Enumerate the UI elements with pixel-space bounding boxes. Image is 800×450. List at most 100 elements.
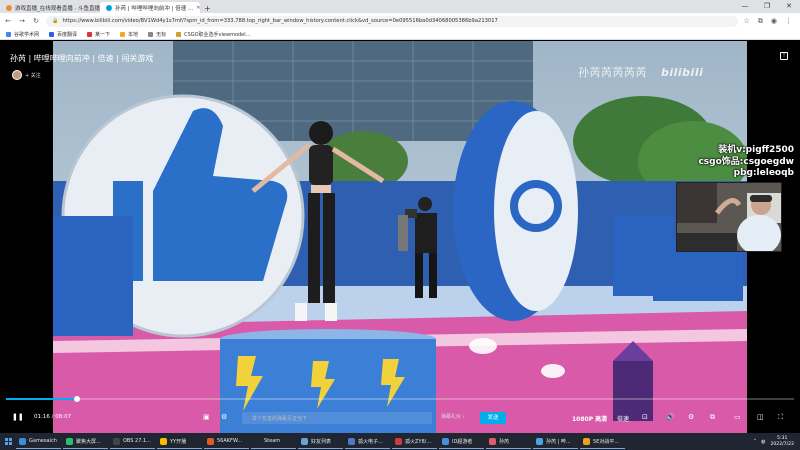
address-url: https://www.bilibili.com/video/BV1Wd4y1s… (62, 18, 498, 24)
bookmark-item[interactable]: CSGO职业选手viewmodel... (176, 31, 250, 38)
overlay-line: 装机v:pigff2500 (718, 145, 794, 155)
lock-icon: 🔒 (52, 18, 59, 24)
tab-title: 孙芮 | 哔哩哔哩向前冲 | 倍速 ... (115, 5, 194, 12)
bookmark-label: CSGO职业选手viewmodel... (184, 31, 251, 38)
app-icon (301, 437, 308, 445)
speed-selector[interactable]: 倍速 (617, 414, 629, 423)
new-tab-button[interactable]: + (204, 4, 211, 13)
taskbar-app-label: Gamesaich (29, 438, 57, 444)
overlay-line: csgo饰品:csgoegdw (698, 156, 794, 167)
taskbar-app[interactable]: 5E对战平... (580, 435, 625, 449)
taskbar-app[interactable]: 孙芮 | 哔... (533, 435, 578, 449)
info-icon[interactable]: ! (780, 52, 788, 60)
browser-tab-active[interactable]: 孙芮 | 哔哩哔哩向前冲 | 倍速 ... ✕ (100, 2, 200, 13)
video-scene-image (53, 41, 747, 433)
app-icon (583, 437, 590, 445)
bookmark-label: 无标 (156, 31, 167, 38)
taskbar-app-label: 5E对战平... (593, 438, 620, 445)
taskbar-app-label: 聚焦大屏... (76, 438, 101, 445)
taskbar-app[interactable]: 孤火ZY8/... (392, 435, 437, 449)
browser-tab[interactable]: 游戏直播_在线观看直播 · 斗鱼直播 · ... ✕ (0, 2, 100, 13)
taskbar-app-label: YY开播 (170, 438, 187, 445)
subtitle-icon[interactable]: ⊡ (642, 413, 648, 421)
progress-bar[interactable] (6, 396, 794, 402)
close-tab-icon[interactable]: ✕ (196, 5, 200, 11)
app-icon (536, 437, 543, 445)
clock-date: 2022/7/22 (770, 441, 794, 447)
back-arrow-icon[interactable]: ← (4, 17, 12, 25)
danmaku-placeholder: 发个友善的弹幕见证当下 (252, 415, 308, 422)
taskbar-app[interactable]: ID超游者 (439, 435, 484, 449)
taskbar-app[interactable]: 孙芮 (486, 435, 531, 449)
app-icon (254, 437, 261, 445)
watermark-text: 孙芮芮芮芮芮 (578, 66, 647, 79)
bookmark-item[interactable]: 无标 (148, 31, 166, 38)
danmaku-input[interactable]: 发个友善的弹幕见证当下 (242, 412, 432, 424)
webcam-feed (676, 182, 782, 252)
minimize-button[interactable]: — (734, 0, 756, 13)
taskbar-app-label: 56AKFW... (217, 438, 243, 444)
widescreen-icon[interactable]: ▭ (734, 413, 741, 421)
bookmark-item[interactable]: 本地 (120, 31, 138, 38)
bookmark-label: 谷歌学术网 (14, 31, 40, 38)
reload-icon[interactable]: ↻ (32, 17, 40, 25)
close-window-button[interactable]: ✕ (778, 0, 800, 13)
start-button[interactable] (0, 433, 16, 450)
fullscreen-icon[interactable]: ⛶ (778, 413, 783, 422)
star-icon[interactable]: ☆ (744, 17, 750, 26)
app-icon (489, 437, 496, 445)
menu-icon[interactable]: ⋮ (785, 17, 792, 26)
taskbar-app[interactable]: Gamesaich (16, 435, 61, 449)
clock[interactable]: 5:31 2022/7/22 (770, 436, 794, 448)
progress-handle[interactable] (73, 396, 80, 402)
danmaku-etiquette-link[interactable]: 弹幕礼仪 › (441, 413, 465, 420)
app-icon (66, 437, 73, 445)
app-icon (207, 437, 214, 445)
bookmark-item[interactable]: 百度翻译 (49, 31, 77, 38)
bookmarks-bar: 谷歌学术网 百度翻译 某一下 本地 无标 CSGO职业选手viewmodel... (0, 29, 800, 40)
taskbar-app-label: 好友列表 (311, 438, 332, 445)
send-danmaku-button[interactable]: 发送 (480, 412, 506, 424)
bookmark-favicon-icon (49, 31, 55, 37)
app-icon (113, 437, 120, 445)
taskbar-app[interactable]: 56AKFW... (204, 435, 249, 449)
network-icon[interactable]: ◍ (761, 439, 765, 445)
taskbar-app-label: 孤火电子... (358, 438, 383, 445)
danmaku-settings-icon[interactable]: ⚙ (221, 413, 227, 421)
avatar[interactable] (12, 70, 22, 80)
forward-arrow-icon[interactable]: → (18, 17, 26, 25)
taskbar-app[interactable]: Steam (251, 435, 296, 449)
app-icon (160, 437, 167, 445)
video-player[interactable]: 孙芮 | 哔哩哔哩向前冲 | 倍速 | 闯关游戏 + 关注 ! 孙芮芮芮芮芮 b… (0, 41, 800, 433)
web-fullscreen-icon[interactable]: ◫ (757, 413, 764, 421)
taskbar-app[interactable]: 聚焦大屏... (63, 435, 108, 449)
taskbar-app[interactable]: YY开播 (157, 435, 202, 449)
follow-button[interactable]: + 关注 (25, 72, 41, 79)
time-current: 01:16 (34, 414, 50, 420)
pause-icon[interactable]: ❚❚ (12, 413, 24, 421)
video-frame[interactable] (53, 41, 747, 433)
maximize-button[interactable]: ❐ (756, 0, 778, 13)
quality-selector[interactable]: 1080P 高清 (572, 414, 607, 423)
extensions-icon[interactable]: ⧉ (758, 17, 763, 26)
browser-toolbar: ← → ↻ 🔒 https://www.bilibili.com/video/B… (0, 13, 800, 29)
video-title: 孙芮 | 哔哩哔哩向前冲 | 倍速 | 闯关游戏 (10, 54, 154, 63)
overlay-line: pbg:leleoqb (733, 168, 794, 178)
taskbar-app[interactable]: 孤火电子... (345, 435, 390, 449)
taskbar-app[interactable]: 好友列表 (298, 435, 343, 449)
danmaku-toggle-icon[interactable]: ▣ (203, 413, 210, 421)
tray-chevron-icon[interactable]: ˄ (754, 439, 757, 445)
pip-icon[interactable]: ⧉ (710, 413, 715, 422)
taskbar-app[interactable]: OBS 27.1... (110, 435, 155, 449)
screen: 游戏直播_在线观看直播 · 斗鱼直播 · ... ✕ 孙芮 | 哔哩哔哩向前冲 … (0, 0, 800, 450)
bookmark-item[interactable]: 某一下 (87, 31, 110, 38)
tab-favicon-icon (6, 4, 12, 11)
volume-icon[interactable]: 🔊 (666, 413, 675, 421)
settings-icon[interactable]: ⚙ (688, 413, 694, 421)
profile-icon[interactable]: ◉ (771, 17, 777, 26)
bookmark-item[interactable]: 谷歌学术网 (6, 31, 39, 38)
address-bar[interactable]: 🔒 https://www.bilibili.com/video/BV1Wd4y… (46, 15, 738, 27)
taskbar-app-label: 孙芮 (499, 438, 510, 445)
toolbar-actions: ☆ ⧉ ◉ ⋮ (744, 17, 796, 26)
tab-favicon-icon (106, 4, 112, 11)
